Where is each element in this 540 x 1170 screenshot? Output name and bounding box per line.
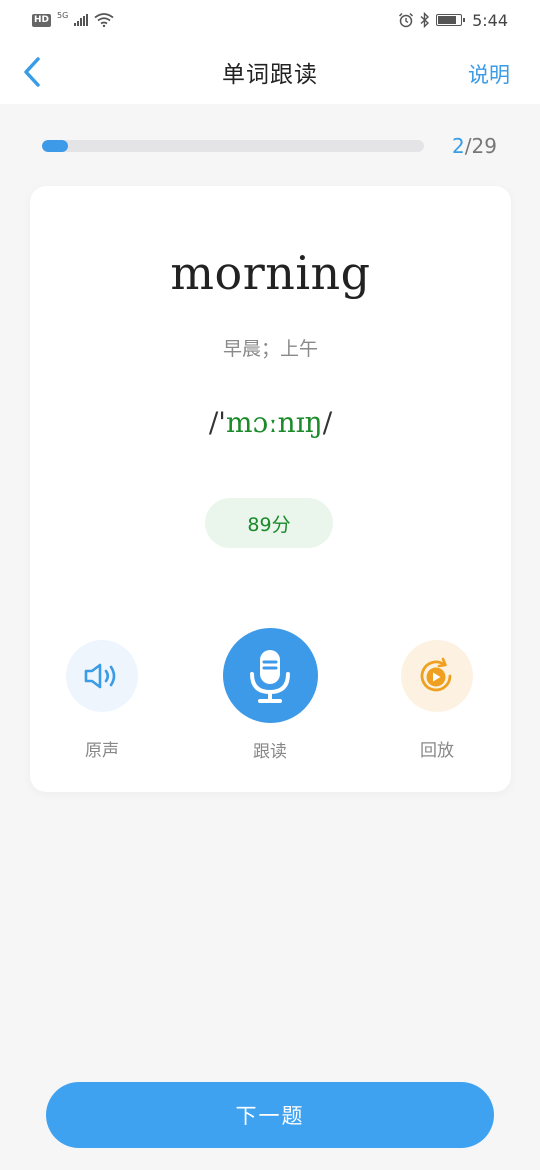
status-left: HD 5G [32,10,114,27]
record-button[interactable]: 跟读 [222,628,318,762]
wifi-icon [94,13,114,27]
microphone-icon [250,649,290,703]
battery-icon [436,14,466,26]
progress-fill [42,140,69,152]
progress-total: 29 [471,134,497,158]
phonetic-open: /' [208,406,226,439]
status-bar: HD 5G 5:44 [0,0,540,40]
original-audio-label: 原声 [85,741,119,761]
original-audio-circle [66,640,138,712]
word-card: morning 早晨；上午 /'mɔːnɪŋ/ 89分 原声 跟读 回放 [30,186,511,792]
alarm-icon [399,12,414,28]
original-audio-button[interactable]: 原声 [65,640,139,761]
progress-row: 2/29 [42,132,502,160]
word-text: morning [170,246,371,300]
progress-current: 2 [452,134,465,158]
chevron-left-icon [24,57,40,87]
phonetic-body: mɔːnɪŋ [226,406,323,439]
record-label: 跟读 [253,742,287,762]
bluetooth-icon [420,12,430,28]
playback-label: 回放 [420,741,454,761]
speaker-icon [84,663,116,689]
network-label: 5G [57,10,69,20]
record-circle [222,628,318,723]
phonetic-close: / [322,406,333,439]
replay-icon [420,657,452,692]
progress-bar [42,140,424,152]
next-question-button[interactable]: 下一题 [46,1082,494,1148]
help-link[interactable]: 说明 [468,59,510,89]
progress-counter: 2/29 [452,134,497,158]
hd-badge: HD [32,13,52,27]
page-title: 单词跟读 [222,62,318,88]
status-time: 5:44 [472,10,508,30]
back-button[interactable] [14,52,50,92]
status-right: 5:44 [398,11,508,30]
nav-bar: 单词跟读 说明 [0,40,540,104]
playback-circle [401,640,473,712]
playback-button[interactable]: 回放 [400,640,474,761]
score-badge: 89分 [205,498,333,548]
word-phonetic: /'mɔːnɪŋ/ [30,406,511,439]
signal-icon [74,14,89,26]
word-meaning: 早晨；上午 [222,338,318,360]
